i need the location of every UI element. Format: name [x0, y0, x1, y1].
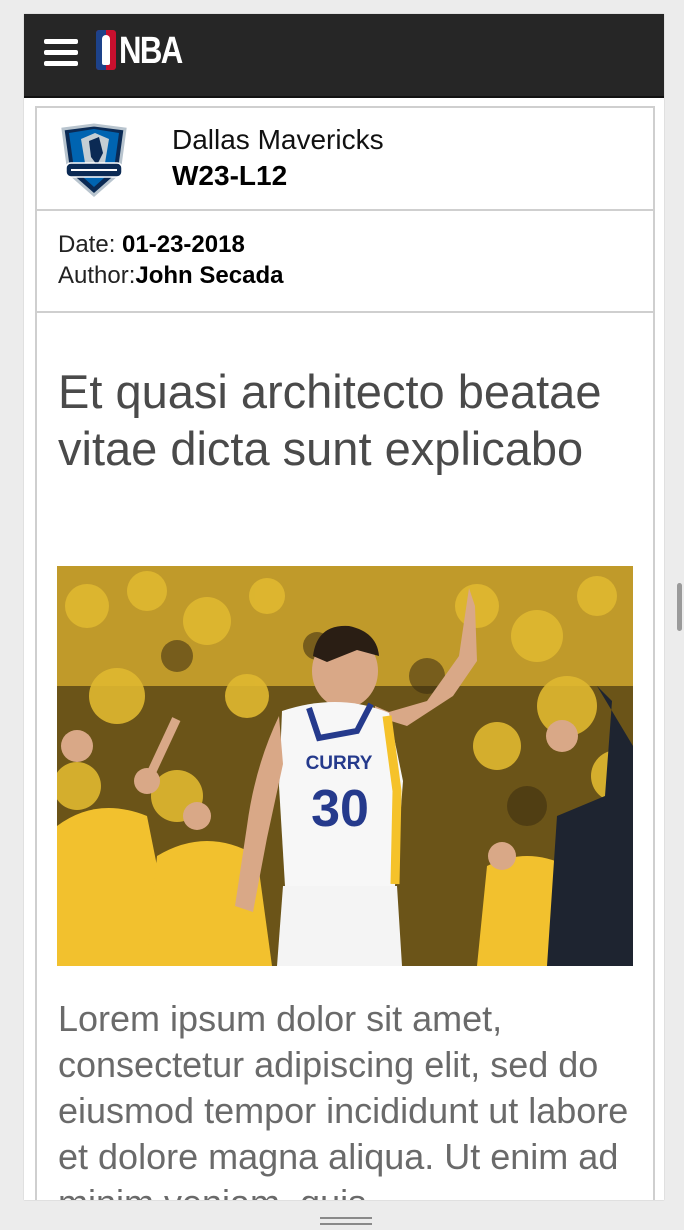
- date-label: Date:: [58, 231, 123, 258]
- article-headline: Et quasi architecto beatae vitae dicta s…: [58, 365, 602, 475]
- jersey-number: 30: [311, 780, 369, 838]
- team-record: W23-L12: [172, 160, 288, 191]
- dallas-mavericks-logo: [61, 123, 127, 197]
- team-header: Dallas Mavericks W23-L12: [37, 108, 653, 211]
- team-name: Dallas Mavericks: [172, 124, 384, 155]
- article-photo: CURRY 30: [57, 566, 633, 966]
- date-line: Date: 01-23-2018: [58, 231, 245, 259]
- article-meta: Date: 01-23-2018 Author:John Secada: [37, 211, 653, 313]
- jersey-name: CURRY: [306, 753, 373, 774]
- article-body: Lorem ipsum dolor sit amet, consectetur …: [58, 998, 629, 1200]
- date-value: 01-23-2018: [122, 231, 245, 258]
- vertical-scrollbar-thumb[interactable]: [677, 583, 682, 631]
- author-value: John Secada: [135, 262, 284, 289]
- bottom-sheet-handle[interactable]: [320, 1217, 372, 1228]
- nba-logoman-icon: [96, 30, 116, 70]
- hamburger-menu-icon[interactable]: [44, 39, 78, 69]
- article-card: Dallas Mavericks W23-L12 Date: 01-23-201…: [35, 106, 655, 1200]
- nba-logo[interactable]: NBA: [96, 30, 183, 72]
- browser-viewport: NBA Dallas Mavericks W23-L12 Date: 01-23…: [24, 14, 664, 1200]
- author-label: Author:: [58, 262, 136, 289]
- top-navigation-bar: NBA: [24, 14, 664, 98]
- nba-logo-text: NBA: [119, 30, 183, 72]
- author-line: Author:John Secada: [58, 262, 283, 290]
